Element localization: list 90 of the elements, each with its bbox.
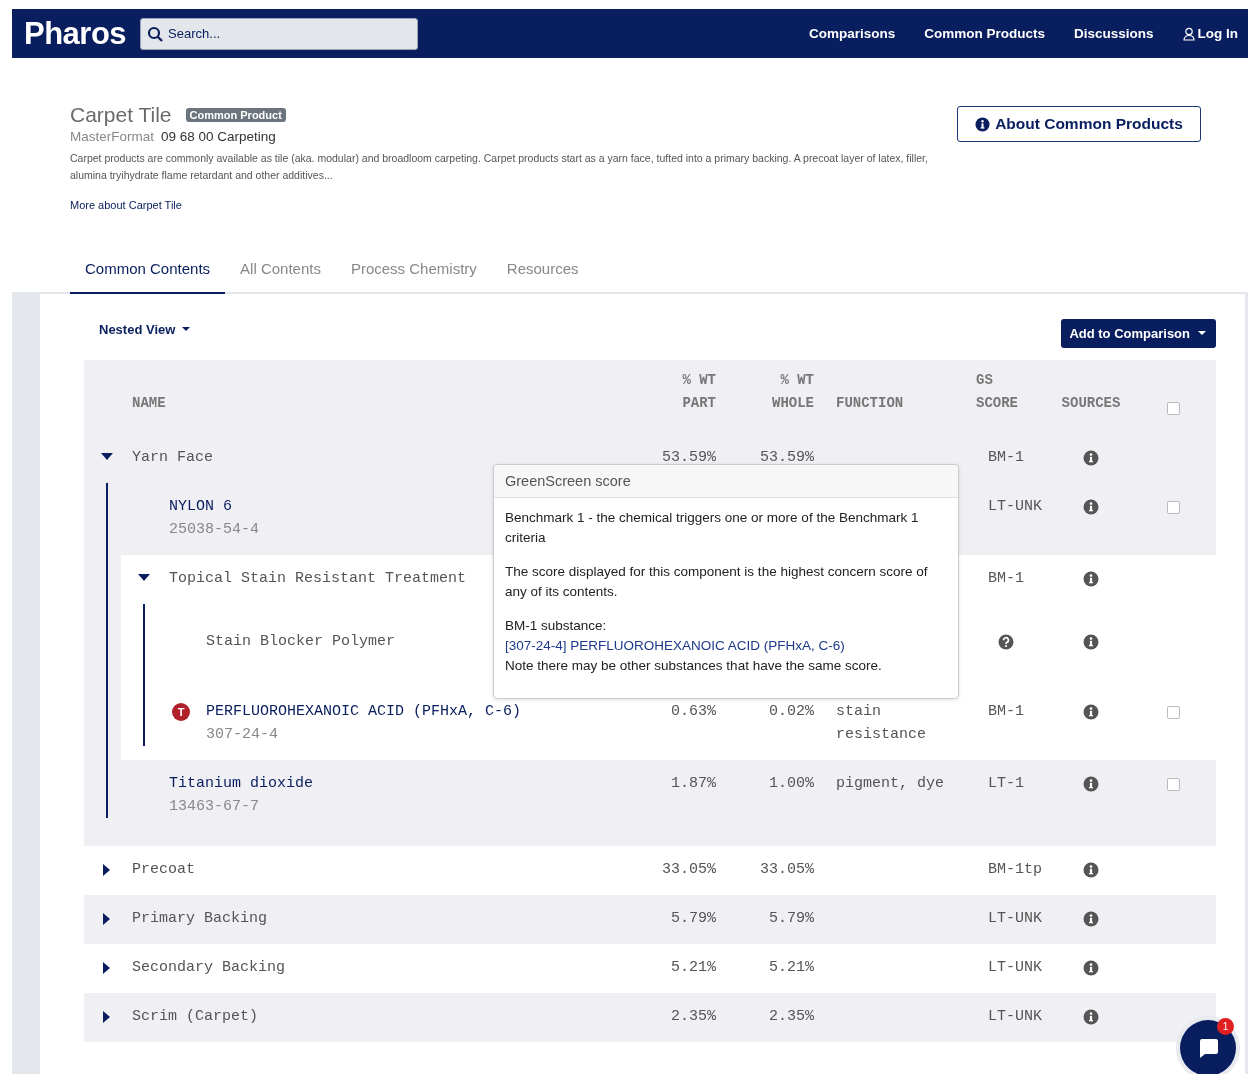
- classification-label: MasterFormat: [70, 129, 154, 144]
- tooltip-note: Note there may be other substances that have the same score.: [505, 657, 883, 675]
- tooltip-title: GreenScreen score: [494, 465, 958, 498]
- weight-part: 5.21%: [671, 959, 716, 976]
- info-icon[interactable]: [1083, 498, 1099, 515]
- view-dropdown[interactable]: Nested View: [99, 321, 191, 337]
- gs-score[interactable]: LT-UNK: [988, 959, 1042, 976]
- hazard-badge: T: [172, 702, 190, 721]
- column-header: % WT PART: [682, 372, 716, 411]
- gs-score[interactable]: LT-UNK: [988, 498, 1042, 515]
- checkbox[interactable]: [1166, 778, 1180, 791]
- tooltip-text: The score displayed for this component is the highest concern score of any of its contents.: [505, 563, 929, 601]
- tab[interactable]: All Contents: [225, 254, 336, 292]
- cas-number: 13463-67-7: [169, 797, 260, 817]
- checkbox[interactable]: [1166, 706, 1180, 719]
- weight-whole: 5.21%: [769, 959, 814, 976]
- weight-whole: 1.00%: [769, 775, 814, 792]
- nav-link[interactable]: Comparisons: [808, 26, 896, 41]
- search-field[interactable]: Search...: [140, 17, 419, 50]
- logo[interactable]: Pharos: [24, 15, 127, 52]
- component-name: Topical Stain Resistant Treatment: [169, 569, 467, 589]
- info-icon[interactable]: [1083, 570, 1099, 587]
- tab[interactable]: Resources: [491, 254, 594, 292]
- question-icon[interactable]: [998, 633, 1014, 650]
- column-header: FUNCTION: [836, 395, 904, 411]
- about-button[interactable]: About Common Products: [957, 106, 1201, 142]
- substance-link[interactable]: PERFLUOROHEXANOIC ACID (PFHxA, C-6): [206, 700, 522, 723]
- function-text: stain resistance: [836, 703, 926, 743]
- classification-value: 09 68 00 Carpeting: [161, 129, 276, 144]
- caret-icon: [1198, 331, 1206, 335]
- weight-whole: 2.35%: [769, 1008, 814, 1025]
- component-name: Precoat: [132, 860, 195, 880]
- weight-part: 2.35%: [671, 1008, 716, 1025]
- info-icon[interactable]: [1083, 1008, 1099, 1025]
- cas-number: 25038-54-4: [169, 520, 259, 540]
- info-icon[interactable]: [1083, 910, 1099, 927]
- column-header: NAME: [132, 395, 166, 411]
- substance-link[interactable]: NYLON 6: [169, 495, 259, 518]
- info-icon[interactable]: [1083, 959, 1099, 976]
- weight-whole: 33.05%: [760, 861, 814, 878]
- info-icon[interactable]: [1083, 633, 1099, 650]
- info-icon[interactable]: [1083, 703, 1099, 720]
- component-name: Scrim (Carpet): [132, 1007, 259, 1027]
- substance-link[interactable]: [307-24-4] PERFLUOROHEXANOIC ACID (PFHxA, C-6): [505, 638, 845, 653]
- component-name: Secondary Backing: [132, 958, 286, 978]
- chat-button[interactable]: [1180, 1020, 1236, 1074]
- info-icon[interactable]: [1083, 861, 1099, 878]
- more-link[interactable]: More about Carpet Tile: [70, 199, 182, 211]
- weight-whole: 5.79%: [769, 910, 814, 927]
- info-icon[interactable]: [1083, 449, 1099, 466]
- select-all-checkbox[interactable]: [1166, 402, 1180, 415]
- gs-score[interactable]: BM-1tp: [988, 861, 1042, 878]
- weight-part: 53.59%: [662, 449, 716, 466]
- gs-score[interactable]: LT-1: [988, 775, 1024, 792]
- info-icon[interactable]: [1083, 775, 1099, 792]
- nav-link[interactable]: Discussions: [1073, 26, 1154, 41]
- tab[interactable]: Process Chemistry: [335, 254, 492, 292]
- weight-whole: 53.59%: [760, 449, 814, 466]
- login-link[interactable]: Log In: [1182, 26, 1238, 41]
- weight-part: 33.05%: [662, 861, 716, 878]
- caret-icon: [182, 327, 191, 331]
- component-name: Primary Backing: [132, 909, 268, 929]
- chat-icon: [1197, 1037, 1219, 1059]
- user-icon: [1182, 26, 1195, 41]
- component-name: Yarn Face: [132, 448, 213, 468]
- gs-score[interactable]: LT-UNK: [988, 1008, 1042, 1025]
- weight-part: 0.63%: [671, 703, 716, 720]
- page-title: Carpet Tile: [70, 103, 172, 127]
- tooltip-text: Benchmark 1 - the chemical triggers one or more of the Benchmark 1 criteria: [505, 509, 920, 547]
- add-to-comparison-button[interactable]: Add to Comparison: [1061, 318, 1216, 348]
- gs-score[interactable]: BM-1: [988, 703, 1024, 720]
- gs-score[interactable]: LT-UNK: [988, 910, 1042, 927]
- cas-number: 307-24-4: [206, 725, 279, 745]
- info-icon: [975, 116, 991, 132]
- column-header: % WT WHOLE: [772, 372, 814, 411]
- weight-part: 5.79%: [671, 910, 716, 927]
- category-badge: Common Product: [185, 108, 286, 122]
- product-description: Carpet products are commonly available as tile (aka. modular) and broadloom carpeting. Carpet products start as a yarn face, tufted into a primary backing. A precoat layer of latex, filler, alumina tryihydrate flame retardant and other additives...: [70, 151, 929, 183]
- gs-score[interactable]: BM-1: [988, 570, 1024, 587]
- column-header: SOURCES: [1061, 394, 1121, 413]
- column-header: GS SCORE: [976, 372, 1018, 411]
- tooltip-label: BM-1 substance:: [505, 618, 607, 633]
- gs-score[interactable]: BM-1: [988, 449, 1024, 466]
- substance-link[interactable]: Titanium dioxide: [169, 772, 314, 795]
- nav-link[interactable]: Common Products: [924, 26, 1045, 41]
- checkbox[interactable]: [1166, 501, 1180, 514]
- weight-whole: 0.02%: [769, 703, 814, 720]
- function-text: pigment, dye: [836, 775, 945, 792]
- material-name: Stain Blocker Polymer: [206, 632, 396, 652]
- weight-part: 1.87%: [671, 775, 716, 792]
